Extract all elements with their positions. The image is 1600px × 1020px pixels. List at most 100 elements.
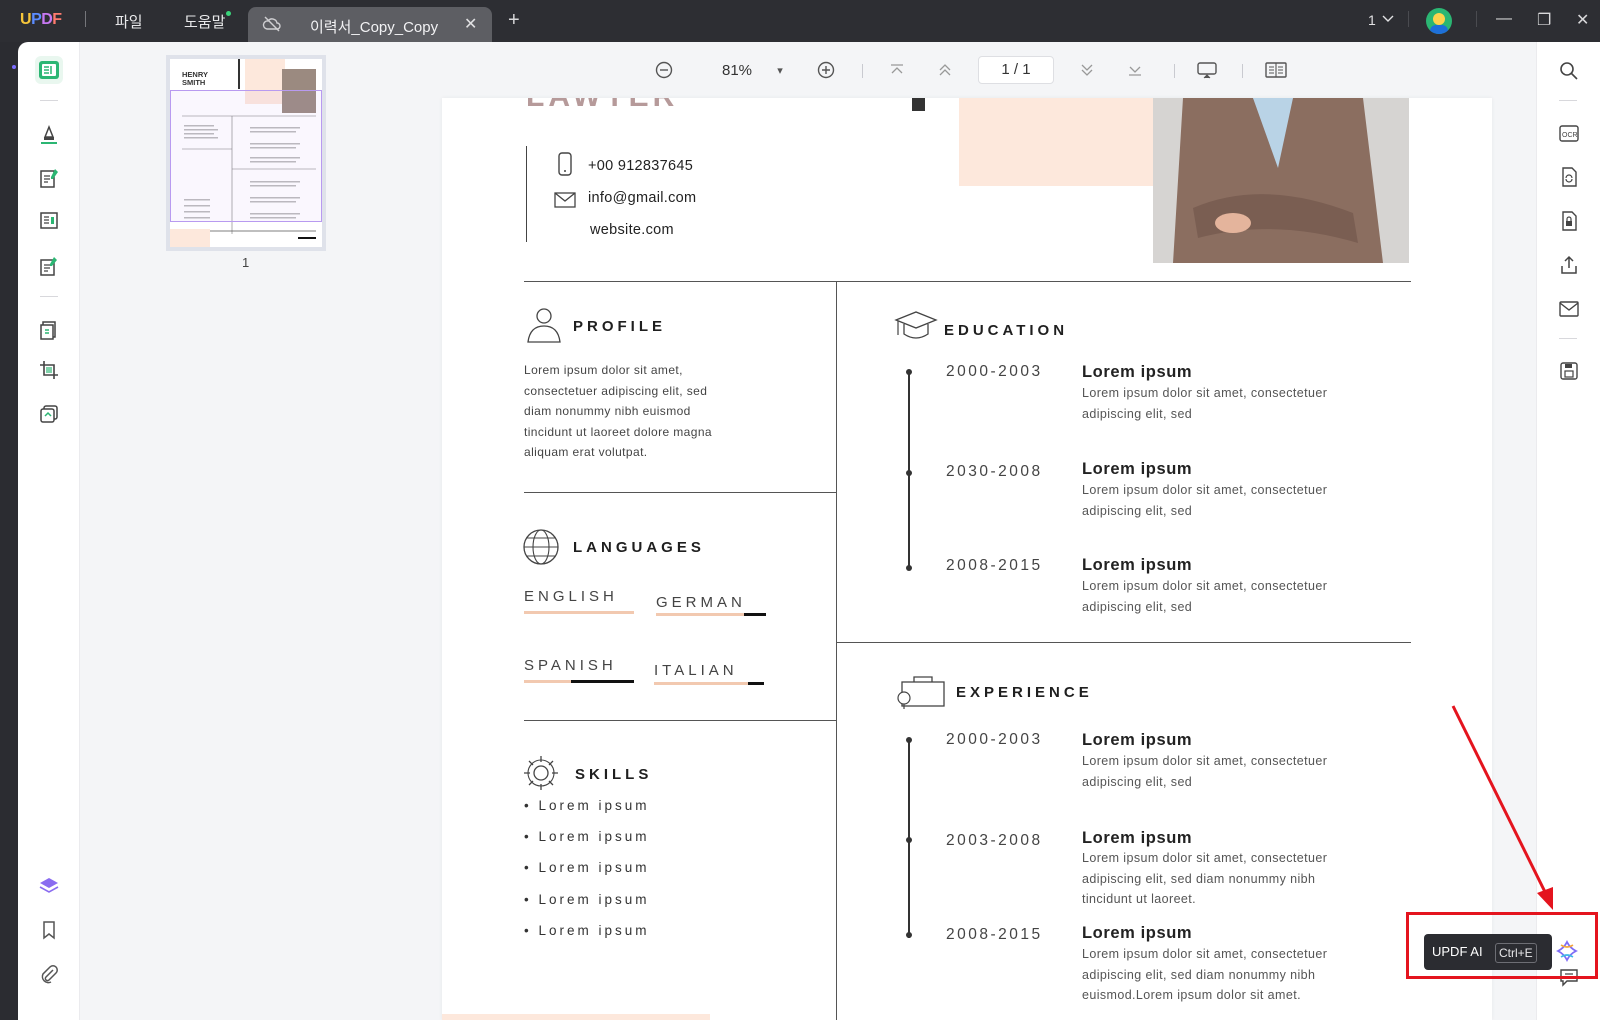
experience-years: 2000-2003 <box>946 731 1043 748</box>
timeline-dot <box>906 565 912 571</box>
education-title: Lorem ipsum <box>1082 556 1193 574</box>
toolbar-divider <box>862 64 863 78</box>
page-indicator[interactable]: 1 <box>1368 12 1376 28</box>
experience-heading: EXPERIENCE <box>956 684 1093 701</box>
new-badge-dot <box>226 11 232 16</box>
toolbar-divider <box>40 296 58 297</box>
zoom-in-icon[interactable] <box>816 42 836 98</box>
search-icon[interactable] <box>1558 60 1580 82</box>
timeline-dot <box>906 470 912 476</box>
tab-close-icon[interactable]: ✕ <box>464 14 477 34</box>
zoom-dropdown-icon[interactable]: ▾ <box>774 42 786 98</box>
page-number-input[interactable]: 1 / 1 <box>978 56 1054 84</box>
education-heading: EDUCATION <box>944 322 1069 339</box>
reader-mode-icon[interactable] <box>35 56 63 84</box>
decorative-block <box>442 1014 710 1020</box>
ocr-icon[interactable]: OCR <box>1558 122 1580 144</box>
batch-icon[interactable] <box>35 400 63 428</box>
mail-icon <box>554 192 576 208</box>
experience-title: Lorem ipsum <box>1082 924 1193 942</box>
zoom-level[interactable]: 81% <box>722 62 752 79</box>
email-text: info@gmail.com <box>588 190 697 206</box>
minimize-button[interactable]: — <box>1496 10 1512 28</box>
skill-item: • Lorem ipsum <box>524 829 650 844</box>
share-icon[interactable] <box>1558 254 1580 276</box>
form-icon[interactable] <box>35 206 63 234</box>
divider-line <box>836 642 1411 643</box>
thumb-name-2: SMITH <box>182 78 205 87</box>
pdf-page: LAWYER +00 912837645 info@gmail.com webs… <box>442 98 1492 1020</box>
page-layout-icon[interactable] <box>1264 42 1288 98</box>
divider-line <box>524 492 836 493</box>
decorative-block <box>959 98 1154 186</box>
profile-line: Lorem ipsum dolor sit amet, <box>524 363 683 377</box>
language-name: ITALIAN <box>654 662 738 679</box>
layers-icon[interactable] <box>35 872 63 900</box>
toolbar-divider <box>1174 64 1175 78</box>
education-text: Lorem ipsum dolor sit amet, consectetuer… <box>1082 483 1328 518</box>
edit-text-icon[interactable] <box>35 164 63 192</box>
view-toolbar: 81% ▾ 1 / 1 <box>418 42 1536 98</box>
sign-icon[interactable] <box>35 252 63 280</box>
skill-item: • Lorem ipsum <box>524 860 650 875</box>
timeline-dot <box>906 737 912 743</box>
gear-icon <box>524 756 558 790</box>
new-tab-button[interactable]: + <box>508 9 520 32</box>
education-title: Lorem ipsum <box>1082 460 1193 478</box>
education-years: 2000-2003 <box>946 363 1043 380</box>
close-window-button[interactable]: ✕ <box>1576 10 1589 30</box>
graduation-cap-icon <box>894 311 938 339</box>
crop-icon[interactable] <box>35 356 63 384</box>
bookmark-icon[interactable] <box>35 916 63 944</box>
timeline-dot <box>906 932 912 938</box>
restore-button[interactable]: ❐ <box>1537 10 1551 30</box>
profile-line: diam nonummy nibh euismod <box>524 404 691 418</box>
first-page-icon[interactable] <box>888 42 906 98</box>
protect-icon[interactable] <box>1558 210 1580 232</box>
language-name: ENGLISH <box>524 588 618 605</box>
attachment-icon[interactable] <box>35 960 63 988</box>
organize-pages-icon[interactable] <box>35 316 63 344</box>
skill-item: • Lorem ipsum <box>524 923 650 938</box>
avatar[interactable] <box>1426 8 1452 34</box>
chevron-down-icon[interactable] <box>1382 12 1394 27</box>
email-icon[interactable] <box>1558 298 1580 320</box>
divider-line <box>524 281 1411 282</box>
convert-icon[interactable] <box>1558 166 1580 188</box>
title-bar: UPDF 파일 도움말 이력서_Copy_Copy ✕ + 1 — ❐ ✕ <box>0 0 1600 42</box>
title-separator <box>1408 11 1409 27</box>
person-icon <box>527 308 561 343</box>
highlighter-icon[interactable] <box>35 120 63 148</box>
presentation-icon[interactable] <box>1196 42 1218 98</box>
left-toolbar <box>18 42 80 1020</box>
job-title: LAWYER <box>526 98 678 114</box>
tab-title: 이력서_Copy_Copy <box>310 19 439 36</box>
briefcase-icon <box>897 676 945 709</box>
languages-heading: LANGUAGES <box>573 539 705 556</box>
previous-page-icon[interactable] <box>936 42 954 98</box>
contact-divider <box>526 146 527 242</box>
profile-heading: PROFILE <box>573 318 667 335</box>
zoom-out-icon[interactable] <box>654 42 674 98</box>
education-years: 2008-2015 <box>946 557 1043 574</box>
toolbar-divider <box>1242 64 1243 78</box>
skill-text: Lorem ipsum <box>538 892 650 907</box>
next-page-icon[interactable] <box>1078 42 1096 98</box>
skill-item: • Lorem ipsum <box>524 892 650 907</box>
profile-text: Lorem ipsum dolor sit amet, consectetuer… <box>524 360 712 463</box>
website-text: website.com <box>590 222 674 238</box>
timeline-dot <box>906 837 912 843</box>
experience-title: Lorem ipsum <box>1082 829 1193 847</box>
menu-file[interactable]: 파일 <box>115 11 143 32</box>
language-name: SPANISH <box>524 657 617 674</box>
save-icon[interactable] <box>1558 360 1580 382</box>
last-page-icon[interactable] <box>1126 42 1144 98</box>
menu-help[interactable]: 도움말 <box>184 11 232 32</box>
language-level-bar <box>656 613 766 616</box>
education-years: 2030-2008 <box>946 463 1043 480</box>
experience-text: Lorem ipsum dolor sit amet, consectetuer… <box>1082 947 1328 1002</box>
updf-logo: UPDF <box>20 11 62 28</box>
visible-area-frame <box>170 90 322 222</box>
document-tab[interactable]: 이력서_Copy_Copy ✕ <box>248 7 492 42</box>
divider-line <box>836 281 837 1020</box>
